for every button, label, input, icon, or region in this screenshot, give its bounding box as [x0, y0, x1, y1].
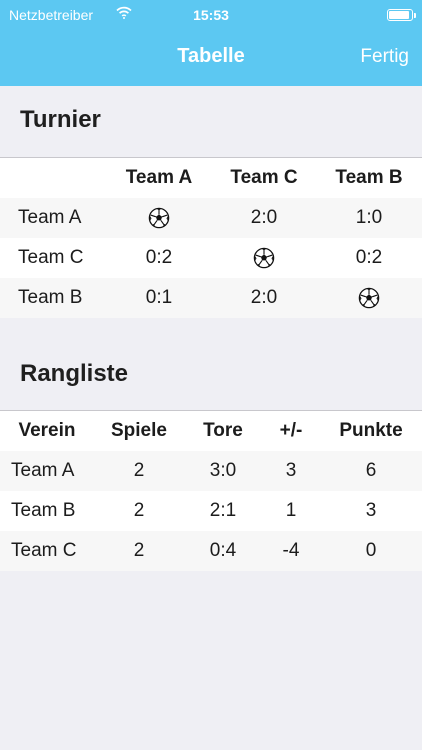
points: 3: [365, 500, 377, 521]
team-name: Team B: [11, 500, 76, 521]
tournament-title: Turnier: [20, 106, 101, 133]
column-header: Verein: [18, 420, 76, 441]
column-header: Punkte: [339, 420, 403, 441]
games-played: 2: [133, 540, 145, 561]
soccer-ball-icon: [316, 278, 422, 318]
ranking-row: Team B 2 2:1 1 3: [0, 491, 422, 531]
team-name: Team A: [18, 207, 82, 228]
soccer-ball-icon: [106, 198, 212, 238]
ranking-table: Verein Spiele Tore +/- Punkte Team A 2 3…: [0, 410, 422, 571]
goals: 2:1: [209, 500, 237, 521]
team-name: Team C: [18, 247, 84, 268]
match-score: 0:1: [145, 287, 173, 308]
team-name: Team C: [11, 540, 77, 561]
column-header: Team B: [335, 167, 403, 188]
tournament-row: Team B 0:1 2:0: [0, 278, 422, 318]
goals: 3:0: [209, 460, 237, 481]
column-header: +/-: [279, 420, 303, 441]
goal-difference: -4: [282, 540, 300, 561]
games-played: 2: [133, 500, 145, 521]
status-time: 15:53: [193, 7, 229, 23]
battery-level: [389, 11, 410, 19]
games-played: 2: [133, 460, 145, 481]
points: 6: [365, 460, 377, 481]
column-header: Tore: [203, 420, 243, 441]
points: 0: [365, 540, 377, 561]
goal-difference: 1: [285, 500, 297, 521]
battery-icon: [387, 9, 416, 21]
match-score: 0:2: [355, 247, 383, 268]
goals: 0:4: [209, 540, 237, 561]
done-button[interactable]: Fertig: [360, 46, 409, 68]
match-score: 1:0: [355, 207, 383, 228]
page-title: Tabelle: [177, 45, 245, 67]
team-name: Team B: [18, 287, 83, 308]
column-header: Team A: [125, 167, 193, 188]
tournament-row: Team A 2:0 1:0: [0, 198, 422, 238]
ranking-row: Team A 2 3:0 3 6: [0, 451, 422, 491]
navigation-bar: Netzbetreiber 15:53 Tabelle Fertig: [0, 0, 422, 86]
match-score: 2:0: [250, 287, 278, 308]
goal-difference: 3: [285, 460, 297, 481]
column-header: Team C: [230, 167, 298, 188]
status-bar: Netzbetreiber 15:53: [0, 0, 422, 30]
ranking-header-row: Verein Spiele Tore +/- Punkte: [0, 411, 422, 451]
match-score: 0:2: [145, 247, 173, 268]
match-score: 2:0: [250, 207, 278, 228]
ranking-title: Rangliste: [20, 360, 129, 387]
team-name: Team A: [11, 460, 75, 481]
tournament-row: Team C 0:2 0:2: [0, 238, 422, 278]
tournament-table: Team A Team C Team B Team A 2:0 1:0 Team…: [0, 157, 422, 318]
battery-tip: [414, 13, 416, 18]
ranking-row: Team C 2 0:4 -4 0: [0, 531, 422, 571]
column-header: Spiele: [111, 420, 167, 441]
tournament-header-row: Team A Team C Team B: [0, 158, 422, 198]
soccer-ball-icon: [212, 238, 316, 278]
